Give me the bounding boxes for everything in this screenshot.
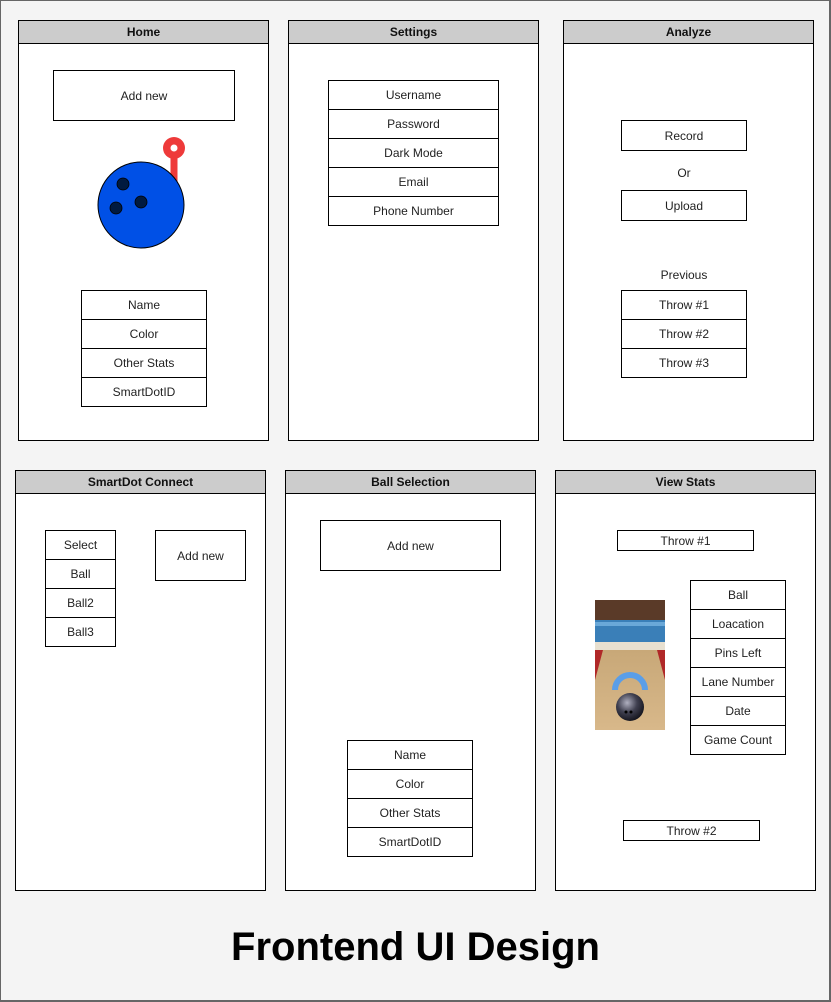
ball-hole-3 <box>134 195 148 209</box>
home-field-name[interactable]: Name <box>81 290 207 320</box>
pin-hole <box>170 144 178 152</box>
ball-selection-field-color[interactable]: Color <box>347 769 473 799</box>
screen-analyze-header: Analyze <box>564 21 813 44</box>
stat-lane-number[interactable]: Lane Number <box>690 667 786 697</box>
home-field-smartdotid[interactable]: SmartDotID <box>81 377 207 407</box>
ball-hole-1 <box>116 177 130 191</box>
or-label: Or <box>677 166 691 180</box>
view-stats-list: Ball Loacation Pins Left Lane Number Dat… <box>690 580 786 755</box>
view-stats-throw-1[interactable]: Throw #1 <box>617 530 754 551</box>
screen-smartdot-connect: SmartDot Connect Select Ball Ball2 Ball3… <box>15 470 266 891</box>
screen-analyze: Analyze Record Or Upload Previous Throw … <box>563 20 814 441</box>
smartdot-add-new-button[interactable]: Add new <box>155 530 246 581</box>
screen-smartdot-connect-header: SmartDot Connect <box>16 471 265 494</box>
ball-selection-field-other-stats[interactable]: Other Stats <box>347 798 473 828</box>
stat-game-count[interactable]: Game Count <box>690 725 786 755</box>
settings-list: Username Password Dark Mode Email Phone … <box>328 80 499 226</box>
stat-date[interactable]: Date <box>690 696 786 726</box>
ball-selection-field-smartdotid[interactable]: SmartDotID <box>347 827 473 857</box>
smartdot-select-list: Select Ball Ball2 Ball3 <box>45 530 116 647</box>
previous-label: Previous <box>660 268 708 282</box>
upload-button[interactable]: Upload <box>621 190 747 221</box>
lane-pin-deck <box>595 642 665 650</box>
stat-ball[interactable]: Ball <box>690 580 786 610</box>
previous-throw-1[interactable]: Throw #1 <box>621 290 747 320</box>
home-ball-fields: Name Color Other Stats SmartDotID <box>81 290 207 407</box>
screen-view-stats-header: View Stats <box>556 471 815 494</box>
ball-selection-field-name[interactable]: Name <box>347 740 473 770</box>
page-title: Frontend UI Design <box>231 925 600 969</box>
home-field-other-stats[interactable]: Other Stats <box>81 348 207 378</box>
stat-pins-left[interactable]: Pins Left <box>690 638 786 668</box>
smartdot-option-ball3[interactable]: Ball3 <box>45 617 116 647</box>
settings-item-username[interactable]: Username <box>328 80 499 110</box>
settings-item-password[interactable]: Password <box>328 109 499 139</box>
settings-item-email[interactable]: Email <box>328 167 499 197</box>
screen-ball-selection: Ball Selection Add new Name Color Other … <box>285 470 536 891</box>
screen-settings: Settings Username Password Dark Mode Ema… <box>288 20 539 441</box>
view-stats-throw-2[interactable]: Throw #2 <box>623 820 760 841</box>
record-button[interactable]: Record <box>621 120 747 151</box>
screen-settings-header: Settings <box>289 21 538 44</box>
settings-item-dark-mode[interactable]: Dark Mode <box>328 138 499 168</box>
lane-backwall <box>595 600 665 620</box>
ball-selection-fields: Name Color Other Stats SmartDotID <box>347 740 473 857</box>
stat-location[interactable]: Loacation <box>690 609 786 639</box>
screen-home: Home Add new Name Color Other Stats Smar… <box>18 20 269 441</box>
smartdot-option-ball[interactable]: Ball <box>45 559 116 589</box>
smartdot-option-ball2[interactable]: Ball2 <box>45 588 116 618</box>
previous-throws-list: Throw #1 Throw #2 Throw #3 <box>621 290 747 378</box>
ball-selection-add-new-button[interactable]: Add new <box>320 520 501 571</box>
bowling-lane-image <box>595 600 665 730</box>
settings-item-phone-number[interactable]: Phone Number <box>328 196 499 226</box>
ball-hole-2 <box>109 201 123 215</box>
previous-throw-2[interactable]: Throw #2 <box>621 319 747 349</box>
previous-throw-3[interactable]: Throw #3 <box>621 348 747 378</box>
home-field-color[interactable]: Color <box>81 319 207 349</box>
lane-bowling-ball <box>616 693 644 721</box>
screen-ball-selection-header: Ball Selection <box>286 471 535 494</box>
smartdot-select-header[interactable]: Select <box>45 530 116 560</box>
screen-view-stats: View Stats Throw #1 Ball Loacation Pins … <box>555 470 816 891</box>
